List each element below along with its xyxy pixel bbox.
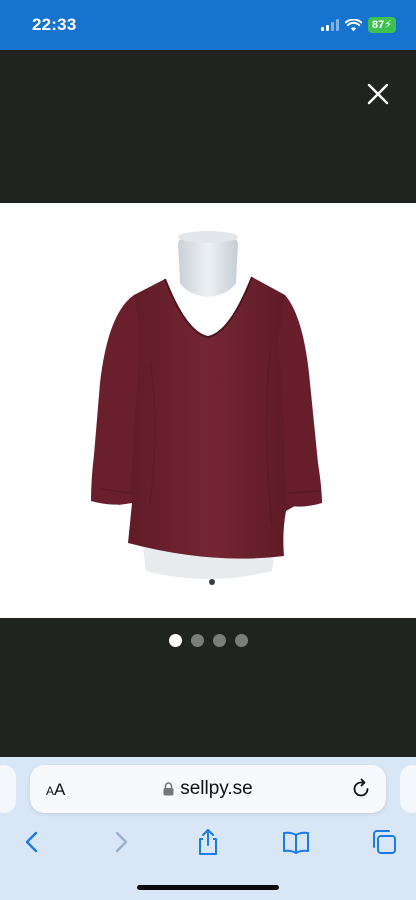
status-icons: 87⚡ (321, 17, 396, 33)
forward-icon[interactable] (106, 827, 136, 857)
pagination-dot-4[interactable] (234, 634, 248, 647)
image-viewer (0, 50, 416, 757)
next-tab-preview[interactable] (400, 765, 416, 813)
tabs-icon[interactable] (369, 827, 399, 857)
browser-bar: AA sellpy.se (0, 757, 416, 900)
url-display[interactable]: sellpy.se (30, 778, 386, 800)
blouse-on-mannequin-image (91, 231, 322, 585)
battery-charging-icon: 87⚡ (368, 17, 396, 33)
cellular-signal-icon (321, 19, 340, 31)
image-pagination (0, 634, 416, 647)
battery-level: 87 (372, 19, 385, 31)
pagination-dot-2[interactable] (190, 634, 204, 647)
back-icon[interactable] (17, 827, 47, 857)
wifi-icon (345, 18, 363, 31)
bookmarks-icon[interactable] (281, 827, 311, 857)
status-time: 22:33 (32, 15, 77, 34)
status-bar: 22:33 87⚡ (0, 0, 416, 50)
close-icon[interactable] (366, 82, 390, 106)
pagination-dot-3[interactable] (212, 634, 226, 647)
address-bar[interactable]: AA sellpy.se (30, 765, 386, 813)
share-icon[interactable] (193, 827, 223, 857)
browser-toolbar (0, 823, 416, 863)
reload-icon[interactable] (350, 778, 372, 800)
pagination-dot-1[interactable] (168, 634, 182, 647)
lock-icon (163, 782, 174, 796)
product-image[interactable] (0, 203, 416, 618)
url-text: sellpy.se (180, 778, 253, 799)
home-indicator[interactable] (137, 885, 279, 890)
previous-tab-preview[interactable] (0, 765, 16, 813)
